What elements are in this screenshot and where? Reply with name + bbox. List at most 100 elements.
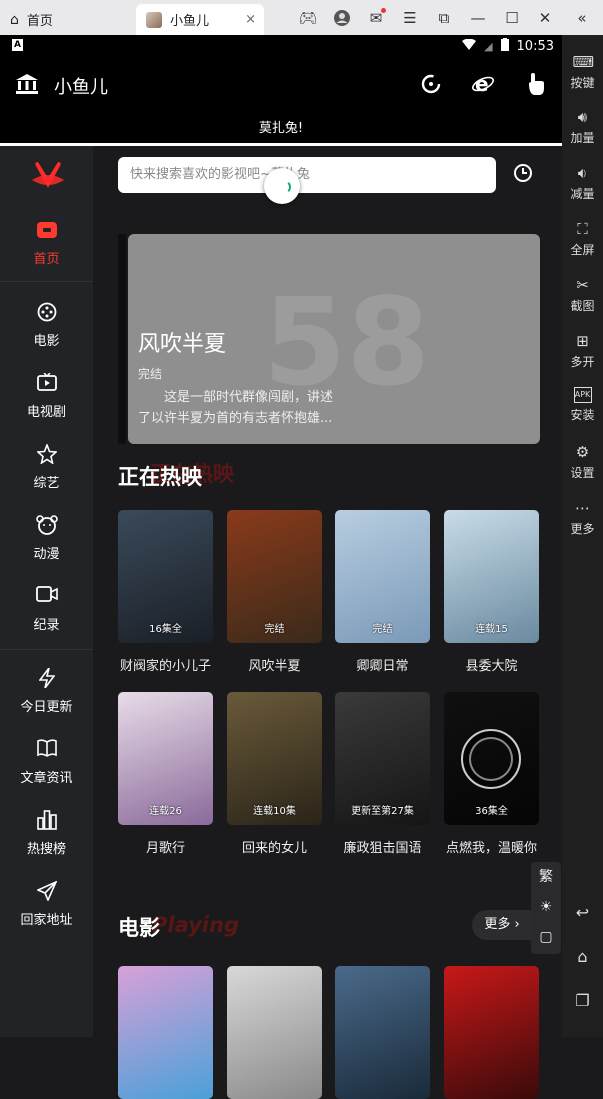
bear-icon <box>35 515 58 537</box>
sidebar-item-volume-up[interactable]: 🔊︎ 加量 <box>562 108 603 146</box>
sidebar-item-label: 设置 <box>570 466 595 480</box>
fullscreen-icon: ⛶ <box>577 220 588 238</box>
tab-app-label: 小鱼儿 <box>170 14 210 29</box>
nav-item-documentary[interactable]: 纪录 <box>0 586 93 633</box>
movie-card[interactable] <box>118 966 213 1099</box>
collapse-sidebar-icon[interactable]: « <box>572 8 592 28</box>
sidebar-item-label: 全屏 <box>570 243 595 257</box>
back-icon[interactable]: ↩ <box>562 903 603 922</box>
hand-pointer-icon[interactable] <box>522 71 548 97</box>
home-icon: ⌂ <box>10 11 19 28</box>
traditional-chinese-button[interactable]: 繁 <box>531 862 561 892</box>
tab-app[interactable]: 小鱼儿 × <box>136 4 264 35</box>
send-icon <box>35 880 58 903</box>
movie-card[interactable]: 连载15 县委大院 <box>444 510 539 674</box>
volume-down-icon: 🔉︎ <box>577 164 588 182</box>
sidebar-item-install[interactable]: APK 安装 <box>562 387 603 423</box>
history-rotate-icon[interactable] <box>418 71 444 97</box>
nav-item-variety[interactable]: 综艺 <box>0 442 93 491</box>
nav-item-label: 动漫 <box>33 547 60 562</box>
nav-item-today-update[interactable]: 今日更新 <box>0 667 93 715</box>
nav-item-label: 首页 <box>33 252 60 267</box>
header-banner-text: 莫扎兔! <box>0 112 562 146</box>
sidebar-item-label: 安装 <box>570 408 595 422</box>
minimize-icon[interactable]: — <box>468 8 488 28</box>
tab-home[interactable]: ⌂ 首页 <box>10 4 130 35</box>
movie-card-title: 月歌行 <box>145 841 185 856</box>
bank-icon[interactable] <box>14 71 40 97</box>
featured-banner[interactable]: 58 风吹半夏 完结 这是一部时代群像闯剧，讲述了以许半夏为首的有志者怀抱雄..… <box>128 234 540 444</box>
lightning-icon <box>36 667 58 690</box>
sidebar-item-volume-down[interactable]: 🔉︎ 减量 <box>562 164 603 202</box>
nav-item-label: 综艺 <box>33 476 60 491</box>
brightness-icon[interactable]: ☀ <box>531 892 561 922</box>
nav-item-home[interactable]: 首页 <box>0 220 93 267</box>
svg-text:e: e <box>475 73 489 95</box>
banner-status: 完结 <box>138 367 163 381</box>
apk-icon: APK <box>573 387 592 403</box>
mail-icon[interactable]: ✉ <box>366 8 386 28</box>
nav-item-home-address[interactable]: 回家地址 <box>0 880 93 928</box>
account-icon[interactable] <box>332 8 352 28</box>
movie-card[interactable]: 更新至第27集廉政狙击国语 <box>335 692 430 856</box>
movie-card[interactable] <box>335 966 430 1099</box>
app-logo-icon <box>28 156 68 196</box>
movie-card[interactable]: 36集全 点燃我，温暖你 <box>444 692 539 856</box>
no-signal-icon: ◢ <box>484 40 493 53</box>
recents-icon[interactable]: ❐ <box>562 991 603 1010</box>
movie-card[interactable]: 连载26 月歌行 <box>118 692 213 856</box>
nav-item-articles[interactable]: 文章资讯 <box>0 739 93 786</box>
multi-instance-icon: ⊞ <box>576 332 589 350</box>
movie-card[interactable] <box>444 966 539 1099</box>
emulator-top-bar: ⌂ 首页 小鱼儿 × 🎮︎ ✉ ☰ ⧉ — ☐ ✕ « <box>0 0 603 35</box>
movie-card[interactable]: 连载10集 回来的女儿 <box>227 692 322 856</box>
nav-item-movie[interactable]: 电影 <box>0 302 93 349</box>
sidebar-item-settings[interactable]: ⚙ 设置 <box>562 443 603 481</box>
movie-card-title: 廉政狙击国语 <box>343 841 422 856</box>
home-icon <box>36 220 58 242</box>
app-thumbnail-icon <box>146 11 162 28</box>
episode-badge: 更新至第27集 <box>351 806 414 817</box>
sidebar-item-fullscreen[interactable]: ⛶ 全屏 <box>562 220 603 258</box>
close-tab-icon[interactable]: × <box>245 12 256 27</box>
poster-ring-graphic <box>461 729 521 789</box>
home-nav-icon[interactable]: ⌂ <box>562 947 603 966</box>
star-icon <box>35 442 58 466</box>
movie-card[interactable] <box>227 966 322 1099</box>
section-ghost-text: Playing <box>152 913 239 937</box>
tab-home-label: 首页 <box>26 14 53 29</box>
section-title-movie: 电影 <box>118 916 160 940</box>
nav-item-hot-search[interactable]: 热搜榜 <box>0 810 93 857</box>
nav-item-tv[interactable]: 电视剧 <box>0 372 93 420</box>
keyboard-icon: ⌨ <box>572 53 595 71</box>
nav-item-label: 纪录 <box>33 618 60 633</box>
sidebar-item-more[interactable]: ⋯ 更多 <box>562 499 603 537</box>
wifi-icon <box>462 38 477 54</box>
gamepad-icon[interactable]: 🎮︎ <box>298 8 318 28</box>
sidebar-item-label: 截图 <box>570 299 595 313</box>
popout-icon[interactable]: ⧉ <box>434 8 454 28</box>
episode-badge: 连载15 <box>475 624 508 635</box>
clock-icon[interactable] <box>512 162 534 184</box>
battery-icon <box>500 38 509 55</box>
search-input[interactable]: 快来搜索喜欢的影视吧~莫扎兔 <box>118 157 496 193</box>
feedback-icon[interactable]: ▢ <box>531 922 561 952</box>
sidebar-item-multi[interactable]: ⊞ 多开 <box>562 332 603 370</box>
sidebar-item-screenshot[interactable]: ✂ 截图 <box>562 276 603 314</box>
sidebar-item-label: 多开 <box>570 355 595 369</box>
nav-item-anime[interactable]: 动漫 <box>0 515 93 562</box>
close-window-icon[interactable]: ✕ <box>535 8 555 28</box>
movie-card[interactable]: 完结 卿卿日常 <box>335 510 430 674</box>
sidebar-item-keys[interactable]: ⌨ 按键 <box>562 53 603 91</box>
movie-card-title: 县委大院 <box>465 659 518 674</box>
more-icon: ⋯ <box>575 499 590 517</box>
more-button[interactable]: 更多 › <box>472 910 532 940</box>
browser-e-icon[interactable]: e <box>470 71 496 97</box>
movie-card[interactable]: 完结 风吹半夏 <box>227 510 322 674</box>
menu-icon[interactable]: ☰ <box>400 8 420 28</box>
maximize-icon[interactable]: ☐ <box>502 8 522 28</box>
bar-chart-icon <box>36 810 58 832</box>
movie-card[interactable]: 16集全 财阀家的小儿子 <box>118 510 213 674</box>
sidebar-item-label: 更多 <box>570 522 595 536</box>
scissors-icon: ✂ <box>576 276 589 294</box>
